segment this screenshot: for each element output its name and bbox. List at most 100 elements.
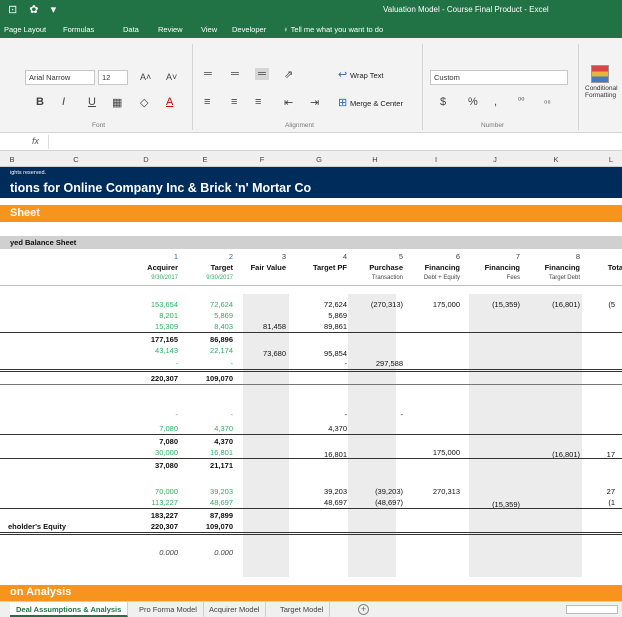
cell[interactable]: 4,370 xyxy=(173,437,233,446)
column-header[interactable]: C xyxy=(70,155,82,164)
cell[interactable]: 95,854 xyxy=(287,349,347,358)
cell[interactable]: 7,080 xyxy=(118,424,178,433)
align-left-icon[interactable]: ≡ xyxy=(204,96,210,108)
cell[interactable]: (39,203) xyxy=(343,487,403,496)
cell[interactable]: (5 xyxy=(557,300,615,309)
orientation-icon[interactable]: ⇗ xyxy=(284,68,293,81)
column-header[interactable]: D xyxy=(140,155,152,164)
cell[interactable]: 86,896 xyxy=(173,335,233,344)
cell[interactable]: 153,654 xyxy=(118,300,178,309)
cell[interactable]: 43,143 xyxy=(118,346,178,355)
function-icon[interactable]: fx xyxy=(32,136,39,146)
grow-font-icon[interactable]: A˄ xyxy=(140,72,151,82)
tab-data[interactable]: Data xyxy=(123,25,139,34)
cell[interactable]: 4,370 xyxy=(287,424,347,433)
cell[interactable]: 22,174 xyxy=(173,346,233,355)
cell[interactable]: - xyxy=(118,359,179,368)
cell[interactable]: 5,869 xyxy=(173,311,233,320)
cell[interactable]: 183,227 xyxy=(118,511,178,520)
cell[interactable]: (48,697) xyxy=(343,498,403,507)
horizontal-scrollbar[interactable] xyxy=(566,605,618,614)
tab-view[interactable]: View xyxy=(201,25,217,34)
increase-decimal-button[interactable]: ⁰⁰ xyxy=(518,96,524,105)
cell[interactable]: - xyxy=(118,410,179,419)
sheet-tab-target[interactable]: Target Model xyxy=(274,602,331,617)
tell-me-search[interactable]: ♀ Tell me what you want to do xyxy=(283,25,383,34)
sheet-tab-deal-assumptions[interactable]: Deal Assumptions & Analysis xyxy=(10,602,129,617)
cell[interactable]: 73,680 xyxy=(226,349,286,358)
currency-button[interactable]: $ xyxy=(440,96,446,108)
cell[interactable]: 109,070 xyxy=(173,522,233,531)
underline-button[interactable]: U xyxy=(88,96,96,108)
cell[interactable]: 109,070 xyxy=(173,374,233,383)
cell[interactable]: 39,203 xyxy=(287,487,347,496)
cell[interactable]: 175,000 xyxy=(400,300,460,309)
cell[interactable]: 220,307 xyxy=(118,374,178,383)
wrap-text-icon[interactable]: ↩ xyxy=(338,68,347,81)
align-top-icon[interactable]: ═ xyxy=(204,68,212,80)
cell[interactable]: 297,588 xyxy=(343,359,403,368)
column-header[interactable]: F xyxy=(256,155,268,164)
tab-review[interactable]: Review xyxy=(158,25,183,34)
sheet-tab-pro-forma[interactable]: Pro Forma Model xyxy=(133,602,204,617)
cell[interactable]: - xyxy=(287,359,348,368)
column-header[interactable]: B xyxy=(6,155,18,164)
sheet-tab-acquirer[interactable]: Acquirer Model xyxy=(203,602,267,617)
cell[interactable]: 30,000 xyxy=(118,448,178,457)
cell[interactable]: 220,307 xyxy=(118,522,178,531)
comma-button[interactable]: , xyxy=(494,96,497,108)
align-middle-icon[interactable]: ═ xyxy=(231,68,239,80)
add-sheet-icon[interactable]: + xyxy=(358,604,369,615)
percent-button[interactable]: % xyxy=(468,96,478,108)
cell[interactable]: 87,899 xyxy=(173,511,233,520)
cell[interactable]: 72,624 xyxy=(173,300,233,309)
cell[interactable]: 39,203 xyxy=(173,487,233,496)
column-header[interactable]: H xyxy=(369,155,381,164)
cell[interactable]: 175,000 xyxy=(400,448,460,457)
fill-color-icon[interactable]: ◇ xyxy=(140,96,148,109)
column-header[interactable]: G xyxy=(313,155,325,164)
cell[interactable]: 16,801 xyxy=(173,448,233,457)
customize-dropdown-icon[interactable]: ▾ xyxy=(51,4,57,16)
cell[interactable]: 4,370 xyxy=(173,424,233,433)
tab-developer[interactable]: Developer xyxy=(232,25,266,34)
column-header[interactable]: E xyxy=(199,155,211,164)
settings-icon[interactable]: ✿ xyxy=(29,4,38,16)
borders-icon[interactable]: ▦ xyxy=(112,96,122,109)
cell[interactable]: (15,359) xyxy=(460,300,520,309)
cell[interactable]: 27 xyxy=(557,487,615,496)
cell[interactable]: 15,309 xyxy=(118,322,178,331)
cell[interactable]: 113,227 xyxy=(118,498,178,507)
align-bottom-icon[interactable]: ═ xyxy=(255,68,269,80)
cell[interactable]: 81,458 xyxy=(226,322,286,331)
cell[interactable]: (270,313) xyxy=(343,300,403,309)
font-size-select[interactable]: 12 xyxy=(98,70,128,85)
check-cell[interactable]: 0.000 xyxy=(173,548,233,557)
column-header[interactable]: L xyxy=(605,155,617,164)
save-icon[interactable]: ⊡ xyxy=(8,4,17,16)
align-center-icon[interactable]: ≡ xyxy=(231,96,237,108)
align-right-icon[interactable]: ≡ xyxy=(255,96,261,108)
cell[interactable]: - xyxy=(287,410,348,419)
check-cell[interactable]: 0.000 xyxy=(118,548,178,557)
font-name-select[interactable]: Arial Narrow xyxy=(25,70,95,85)
number-format-select[interactable]: Custom xyxy=(430,70,568,85)
cell[interactable]: 177,165 xyxy=(118,335,178,344)
worksheet[interactable]: ights reserved. tions for Online Company… xyxy=(0,167,622,601)
decrease-decimal-button[interactable]: ₀₀ xyxy=(544,96,551,105)
cell[interactable]: 37,080 xyxy=(118,461,178,470)
decrease-indent-icon[interactable]: ⇤ xyxy=(284,96,293,109)
tab-formulas[interactable]: Formulas xyxy=(63,25,94,34)
cell[interactable]: 270,313 xyxy=(400,487,460,496)
increase-indent-icon[interactable]: ⇥ xyxy=(310,96,319,109)
font-color-icon[interactable]: A xyxy=(166,96,173,108)
cell[interactable]: - xyxy=(173,359,234,368)
tab-page-layout[interactable]: Page Layout xyxy=(4,25,46,34)
cell[interactable]: 48,697 xyxy=(287,498,347,507)
column-header[interactable]: K xyxy=(550,155,562,164)
cell[interactable]: 89,861 xyxy=(287,322,347,331)
column-header[interactable]: I xyxy=(430,155,442,164)
cell[interactable]: 8,403 xyxy=(173,322,233,331)
cell[interactable]: - xyxy=(343,410,404,419)
merge-center-button[interactable]: Merge & Center xyxy=(350,99,403,108)
